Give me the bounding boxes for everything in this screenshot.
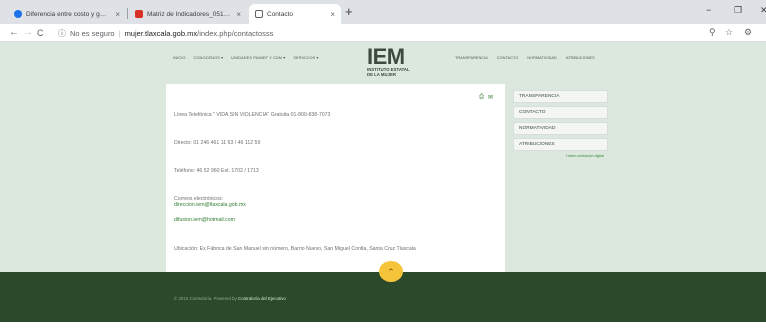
new-tab-button[interactable]: + <box>345 5 353 19</box>
nav-item-unidades[interactable]: UNIDADES PAIMEF Y CDM ▾ <box>231 55 285 60</box>
extension-icon[interactable]: ⚙ <box>744 27 752 38</box>
tab-contacto[interactable]: Contacto × <box>249 4 341 24</box>
office-phone: Teléfono: 46 52 960 Ext. 1702 / 1713 <box>174 168 259 174</box>
maximize-button[interactable]: ❐ <box>734 5 742 16</box>
globe-icon <box>14 10 22 18</box>
search-icon[interactable]: ⚲ <box>709 27 716 38</box>
nav-item-transparencia[interactable]: TRANSPARENCIA <box>455 55 488 60</box>
security-label: No es seguro <box>70 29 115 38</box>
back-button[interactable]: ← <box>9 27 19 39</box>
info-icon[interactable]: ⓘ <box>58 28 66 39</box>
sidebar-item-atribuciones[interactable]: ATRIBUCIONES <box>513 138 608 151</box>
page-bottom-strip <box>0 322 766 328</box>
close-window-button[interactable]: ✕ <box>760 5 766 16</box>
print-icon[interactable]: ⎙ <box>479 94 484 101</box>
tab-matriz[interactable]: Matriz de Indicadores_05162015 × <box>129 4 247 24</box>
close-icon[interactable]: × <box>115 10 120 19</box>
tab-divider <box>127 8 128 19</box>
browser-toolbar: ← → C ⓘ No es seguro | mujer.tlaxcala.go… <box>0 24 766 42</box>
document-icon <box>255 10 263 18</box>
logo-line-2: DE LA MUJER <box>367 72 396 77</box>
tab-diferencia[interactable]: Diferencia entre costo y gasto: cl × <box>8 4 126 24</box>
footer-copyright: © 2015 Contraloría. Powered by Contralor… <box>174 296 286 301</box>
star-icon[interactable]: ☆ <box>725 27 733 38</box>
logo-mark: IEM <box>367 44 405 69</box>
footer-prefix: © 2015 Contraloría. Powered by <box>174 296 237 301</box>
email-link-difusion[interactable]: difusion.iem@hotmail.com <box>174 217 235 223</box>
violence-hotline: Línea Telefónica " VIDA SIN VIOLENCIA" G… <box>174 112 331 118</box>
sidebar-item-normatividad[interactable]: NORMATIVIDAD <box>513 122 608 135</box>
forward-button[interactable]: → <box>23 27 33 39</box>
direct-phone: Directo: 01 246 461 11 63 / 46 112 59 <box>174 140 261 146</box>
tab-title: Matriz de Indicadores_05162015 <box>147 10 231 18</box>
reload-button[interactable]: C <box>37 27 44 39</box>
site-header: INICIO CONOCENOS ▾ UNIDADES PAIMEF Y CDM… <box>0 42 766 84</box>
close-icon[interactable]: × <box>236 10 241 19</box>
address-line: Ubicación: Ex Fábrica de San Manuel sin … <box>174 246 416 252</box>
address-path: /index.php/contactosss <box>197 29 274 38</box>
tab-title: Contacto <box>267 10 294 18</box>
nav-item-normatividad[interactable]: NORMATIVIDAD <box>527 55 557 60</box>
email-link-direccion[interactable]: direccion.iem@tlaxcala.gob.mx <box>174 202 246 208</box>
tab-title: Diferencia entre costo y gasto: cl <box>26 10 109 18</box>
address-bar[interactable]: ⓘ No es seguro | mujer.tlaxcala.gob.mx /… <box>58 27 273 40</box>
nav-item-servicios[interactable]: SERVICIOS ▾ <box>293 55 318 60</box>
main-nav-right: TRANSPARENCIA CONTACTO NORMATIVIDAD ATRI… <box>455 55 595 60</box>
sidebar-item-transparencia[interactable]: TRANSPARENCIA <box>513 90 608 103</box>
article-actions: ⎙ ✉ <box>479 94 493 101</box>
address-host: mujer.tlaxcala.gob.mx <box>124 29 198 38</box>
footer-org-link[interactable]: Contraloría del Ejecutivo <box>238 296 286 301</box>
site-logo[interactable]: IEM INSTITUTO ESTATAL DE LA MUJER <box>367 44 427 78</box>
sidebar: TRANSPARENCIA CONTACTO NORMATIVIDAD ATRI… <box>513 90 608 158</box>
main-nav-left: INICIO CONOCENOS ▾ UNIDADES PAIMEF Y CDM… <box>173 55 319 60</box>
address-separator: | <box>118 29 121 38</box>
close-icon[interactable]: × <box>330 10 335 19</box>
browser-tab-strip: Diferencia entre costo y gasto: cl × Mat… <box>0 0 766 24</box>
nav-item-contacto[interactable]: CONTACTO <box>497 55 518 60</box>
sidebar-note-link[interactable]: Haber-mediación digital <box>513 154 608 158</box>
minimize-button[interactable]: − <box>706 5 711 15</box>
pdf-icon <box>135 10 143 18</box>
contact-content: ⎙ ✉ Línea Telefónica " VIDA SIN VIOLENCI… <box>166 84 505 272</box>
sidebar-item-contacto[interactable]: CONTACTO <box>513 106 608 119</box>
chevron-up-icon: ⌃ <box>387 266 395 277</box>
email-icon[interactable]: ✉ <box>488 94 493 101</box>
nav-item-conocenos[interactable]: CONOCENOS ▾ <box>194 55 224 60</box>
scroll-to-top-button[interactable]: ⌃ <box>379 261 403 282</box>
nav-item-inicio[interactable]: INICIO <box>173 55 186 60</box>
nav-item-atribuciones[interactable]: ATRIBUCIONES <box>566 55 595 60</box>
